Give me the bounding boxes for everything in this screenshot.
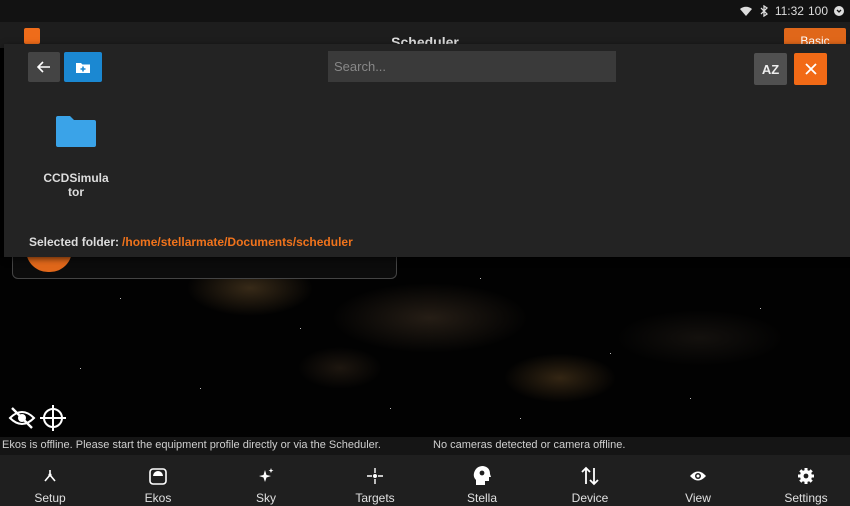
nav-sky-label: Sky [255,491,276,505]
nav-stella-label: Stella [466,491,498,505]
folder-item[interactable]: CCDSimulator [38,114,114,199]
view-icon [690,471,706,481]
arrow-left-icon [37,61,50,73]
selected-folder-label: Selected folder: [29,235,120,249]
selected-folder-row: Selected folder:/home/stellarmate/Docume… [29,235,353,249]
nav-ekos[interactable]: Ekos [113,455,203,506]
folder-name: CCDSimulator [43,171,109,199]
setup-icon [44,470,56,482]
hide-overlay-icon[interactable] [8,406,36,430]
nav-stella[interactable]: Stella [437,455,527,506]
close-icon [804,63,817,75]
folder-icon [56,116,96,147]
nav-view-label: View [685,491,711,505]
back-button[interactable] [28,52,60,82]
search-input[interactable] [328,51,616,82]
crosshair-icon[interactable] [39,404,67,432]
ekos-icon [149,468,167,485]
close-button[interactable] [794,53,827,85]
battery-icon [834,6,844,16]
stella-icon [473,466,491,485]
folder-picker-dialog: AZ CCDSimulator Selected folder:/home/st… [4,44,850,257]
sky-background [0,258,850,438]
battery-level: 100 [807,4,828,18]
nav-device[interactable]: Device [545,455,635,506]
nav-settings[interactable]: Settings [761,455,850,506]
nav-sky[interactable]: Sky [221,455,311,506]
wifi-icon [739,6,752,16]
selected-folder-path: /home/stellarmate/Documents/scheduler [122,235,353,249]
nav-setup[interactable]: Setup [5,455,95,506]
bottom-navigation: Setup Ekos Sky Targets Stella Device Vie… [0,455,850,506]
bluetooth-icon [760,5,768,17]
camera-status-message: No cameras detected or camera offline. [433,439,626,451]
nav-settings-label: Settings [784,491,828,505]
nav-ekos-label: Ekos [144,491,172,505]
status-time: 11:32 [774,4,804,18]
status-bar: 11:32 100 [0,0,850,22]
new-folder-button[interactable] [64,52,102,82]
sort-az-icon: AZ [761,61,780,77]
sky-icon [259,468,274,482]
nav-targets-label: Targets [355,491,395,505]
sort-button[interactable]: AZ [754,53,787,85]
add-folder-icon [76,62,90,73]
nav-setup-label: Setup [34,491,66,505]
nav-view[interactable]: View [653,455,743,506]
message-bar: Ekos is offline. Please start the equipm… [0,437,850,455]
ekos-status-message: Ekos is offline. Please start the equipm… [2,439,381,451]
targets-icon [367,468,383,484]
settings-icon [798,468,814,484]
nav-targets[interactable]: Targets [330,455,420,506]
nav-device-label: Device [571,491,609,505]
device-icon [581,466,599,486]
